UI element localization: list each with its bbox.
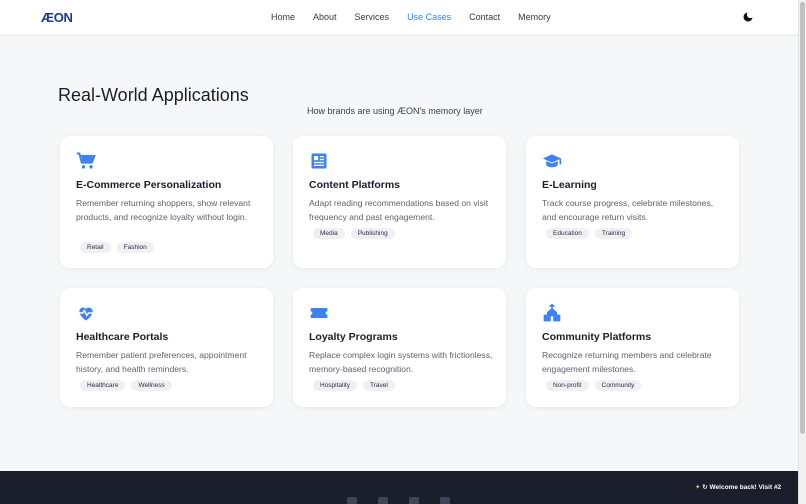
nav-use-cases[interactable]: Use Cases — [407, 12, 451, 22]
ticket-icon — [310, 308, 328, 318]
use-case-card-elearning: E-Learning Track course progress, celebr… — [526, 136, 739, 268]
tag: Wellness — [131, 380, 172, 391]
card-tags: Media Publishing — [313, 228, 395, 239]
nav-contact[interactable]: Contact — [469, 12, 500, 22]
card-title: Healthcare Portals — [76, 331, 169, 343]
nav-links: Home About Services Use Cases Contact Me… — [271, 12, 569, 22]
instagram-icon[interactable] — [409, 497, 419, 504]
nav-home[interactable]: Home — [271, 12, 295, 22]
tag: Healthcare — [80, 380, 126, 391]
card-tags: Non-profit Community — [546, 380, 642, 391]
tag: Media — [313, 228, 345, 239]
welcome-back-toast: ✦ ↻ Welcome back! Visit #2 — [695, 483, 781, 491]
card-tags: Education Training — [546, 228, 633, 239]
use-case-card-community: Community Platforms Recognize returning … — [526, 288, 739, 407]
church-icon — [543, 303, 561, 322]
brand-logo[interactable]: ÆON — [41, 10, 73, 25]
toast-text: ↻ Welcome back! Visit #2 — [702, 484, 782, 491]
tag: Fashion — [116, 242, 154, 253]
site-footer — [0, 471, 798, 504]
card-tags: Healthcare Wellness — [80, 380, 172, 391]
sparkle-icon: ✦ — [695, 484, 701, 491]
use-case-card-healthcare: Healthcare Portals Remember patient pref… — [60, 288, 273, 407]
nav-services[interactable]: Services — [355, 12, 390, 22]
scrollbar-thumb[interactable] — [800, 2, 805, 434]
page-subtitle: How brands are using ÆON's memory layer — [307, 106, 483, 116]
nav-about[interactable]: About — [313, 12, 337, 22]
shopping-cart-icon — [76, 152, 96, 169]
graduation-cap-icon — [542, 154, 562, 168]
tag: Education — [546, 228, 589, 239]
card-title: Community Platforms — [542, 331, 652, 343]
use-case-card-ecommerce: E-Commerce Personalization Remember retu… — [60, 136, 273, 268]
tag: Training — [594, 228, 633, 239]
card-title: E-Commerce Personalization — [76, 179, 222, 191]
card-description: Remember returning shoppers, show releva… — [76, 198, 251, 222]
tag: Retail — [80, 242, 111, 253]
card-description: Track course progress, celebrate milesto… — [542, 198, 714, 222]
card-tags: Retail Fashion — [80, 242, 154, 253]
card-description: Remember patient preferences, appointmen… — [76, 350, 247, 374]
card-description: Recognize returning members and celebrat… — [542, 350, 712, 374]
card-title: E-Learning — [542, 179, 597, 191]
use-case-card-loyalty: Loyalty Programs Replace complex login s… — [293, 288, 506, 407]
twitter-icon[interactable] — [347, 497, 357, 504]
card-title: Loyalty Programs — [309, 331, 398, 343]
card-title: Content Platforms — [309, 179, 401, 191]
tag: Community — [594, 380, 642, 391]
top-navbar: ÆON Home About Services Use Cases Contac… — [0, 0, 798, 36]
github-icon[interactable] — [440, 497, 450, 504]
tag: Travel — [362, 380, 395, 391]
heart-pulse-icon — [78, 307, 94, 321]
nav-memory[interactable]: Memory — [518, 12, 551, 22]
linkedin-icon[interactable] — [378, 497, 388, 504]
newspaper-icon — [311, 153, 327, 169]
page-scrollbar[interactable] — [798, 0, 806, 504]
card-description: Replace complex login systems with frict… — [309, 350, 493, 374]
moon-icon[interactable] — [742, 11, 754, 23]
tag: Non-profit — [546, 380, 589, 391]
tag: Hospitality — [313, 380, 357, 391]
use-case-card-content: Content Platforms Adapt reading recommen… — [293, 136, 506, 268]
card-description: Adapt reading recommendations based on v… — [309, 198, 489, 222]
tag: Publishing — [350, 228, 395, 239]
page-title: Real-World Applications — [58, 85, 249, 105]
card-tags: Hospitality Travel — [313, 380, 395, 391]
